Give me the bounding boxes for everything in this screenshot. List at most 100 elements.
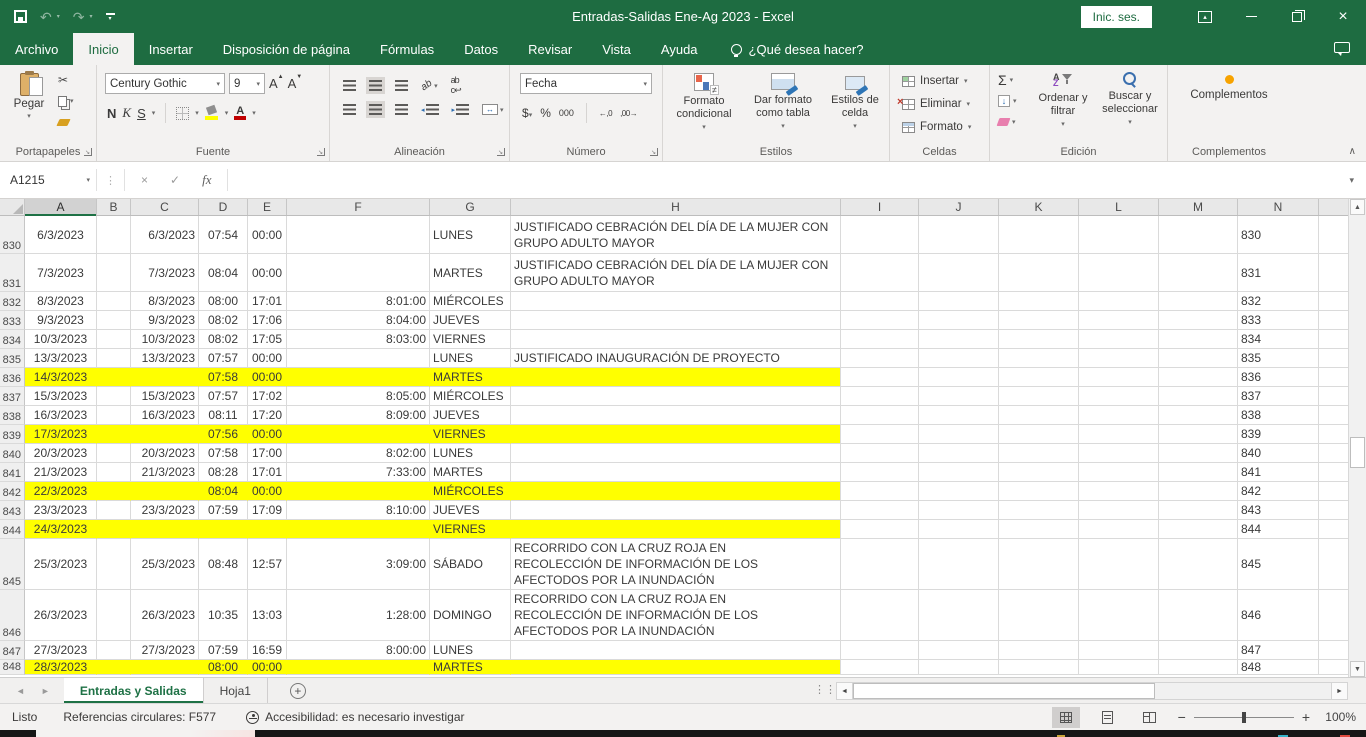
prev-sheet-icon[interactable]: ◄ (16, 686, 25, 696)
cell-C846[interactable]: 26/3/2023 (131, 590, 199, 641)
cell-B842[interactable] (97, 482, 131, 501)
cell-N835[interactable]: 835 (1238, 349, 1319, 368)
cell-B843[interactable] (97, 501, 131, 520)
cell-N840[interactable]: 840 (1238, 444, 1319, 463)
cell-H839[interactable] (511, 425, 841, 444)
tell-me-box[interactable]: ¿Qué desea hacer? (731, 33, 864, 65)
cell-L848[interactable] (1079, 660, 1159, 675)
format-as-table-button[interactable]: Dar formato como tabla▾ (743, 73, 823, 133)
cell-A834[interactable]: 10/3/2023 (25, 330, 97, 349)
row-header-848[interactable]: 848 (0, 660, 25, 675)
cell-M837[interactable] (1159, 387, 1238, 406)
cell-F844[interactable] (287, 520, 430, 539)
cell-J831[interactable] (919, 254, 999, 292)
alignment-dialog-launcher-icon[interactable] (497, 148, 505, 156)
cell-E831[interactable]: 00:00 (248, 254, 287, 292)
cell-F831[interactable] (287, 254, 430, 292)
name-box[interactable]: A1215▾ (0, 162, 96, 198)
cell-E830[interactable]: 00:00 (248, 216, 287, 254)
cell-B838[interactable] (97, 406, 131, 425)
column-header-G[interactable]: G (430, 199, 511, 215)
row-header-837[interactable]: 837 (0, 387, 25, 406)
cell-I840[interactable] (841, 444, 919, 463)
cell-F832[interactable]: 8:01:00 (287, 292, 430, 311)
cell-I841[interactable] (841, 463, 919, 482)
cell-M832[interactable] (1159, 292, 1238, 311)
cell-I834[interactable] (841, 330, 919, 349)
cell-F839[interactable] (287, 425, 430, 444)
cell-I846[interactable] (841, 590, 919, 641)
cell-D846[interactable]: 10:35 (199, 590, 248, 641)
paste-button[interactable]: Pegar ▾ (6, 71, 52, 141)
cell-H832[interactable] (511, 292, 841, 311)
column-header-E[interactable]: E (248, 199, 287, 215)
copy-button[interactable]: ▾ (58, 94, 74, 108)
cell-A833[interactable]: 9/3/2023 (25, 311, 97, 330)
fill-color-icon[interactable] (205, 106, 219, 120)
accessibility-status[interactable]: Accesibilidad: es necesario investigar (246, 710, 464, 724)
tab-scroll-grip-icon[interactable]: ⋮⋮ (814, 683, 836, 696)
cell-B847[interactable] (97, 641, 131, 660)
cell-A840[interactable]: 20/3/2023 (25, 444, 97, 463)
cell-H844[interactable] (511, 520, 841, 539)
cell-N847[interactable]: 847 (1238, 641, 1319, 660)
bold-button[interactable]: N (107, 106, 116, 121)
row-header-834[interactable]: 834 (0, 330, 25, 349)
font-name-select[interactable]: Century Gothic▾ (105, 73, 225, 94)
cell-B836[interactable] (97, 368, 131, 387)
cell-L836[interactable] (1079, 368, 1159, 387)
cell-K831[interactable] (999, 254, 1079, 292)
cell-A832[interactable]: 8/3/2023 (25, 292, 97, 311)
cell-D831[interactable]: 08:04 (199, 254, 248, 292)
cell-styles-button[interactable]: Estilos de celda▾ (825, 73, 885, 133)
cell-K846[interactable] (999, 590, 1079, 641)
cell-G833[interactable]: JUEVES (430, 311, 511, 330)
cell-G836[interactable]: MARTES (430, 368, 511, 387)
cell-J833[interactable] (919, 311, 999, 330)
cell-F833[interactable]: 8:04:00 (287, 311, 430, 330)
align-center-button[interactable] (366, 101, 385, 118)
cell-L832[interactable] (1079, 292, 1159, 311)
cell-C835[interactable]: 13/3/2023 (131, 349, 199, 368)
cell-J847[interactable] (919, 641, 999, 660)
column-header-L[interactable]: L (1079, 199, 1159, 215)
row-header-830[interactable]: 830 (0, 216, 25, 254)
cell-M847[interactable] (1159, 641, 1238, 660)
cell-L830[interactable] (1079, 216, 1159, 254)
increase-indent-button[interactable]: ▸ (449, 101, 473, 118)
cell-F842[interactable] (287, 482, 430, 501)
cell-H845[interactable]: RECORRIDO CON LA CRUZ ROJA EN RECOLECCIÓ… (511, 539, 841, 590)
cell-K838[interactable] (999, 406, 1079, 425)
number-dialog-launcher-icon[interactable] (650, 148, 658, 156)
horizontal-scroll-thumb[interactable] (853, 683, 1155, 699)
cell-E845[interactable]: 12:57 (248, 539, 287, 590)
cell-L839[interactable] (1079, 425, 1159, 444)
row-header-841[interactable]: 841 (0, 463, 25, 482)
cell-K830[interactable] (999, 216, 1079, 254)
cell-C848[interactable] (131, 660, 199, 675)
zoom-slider[interactable] (1194, 717, 1294, 718)
column-header-J[interactable]: J (919, 199, 999, 215)
row-header-831[interactable]: 831 (0, 254, 25, 292)
cell-C847[interactable]: 27/3/2023 (131, 641, 199, 660)
cell-B835[interactable] (97, 349, 131, 368)
cell-G832[interactable]: MIÉRCOLES (430, 292, 511, 311)
cell-N843[interactable]: 843 (1238, 501, 1319, 520)
cell-C839[interactable] (131, 425, 199, 444)
cell-B830[interactable] (97, 216, 131, 254)
zoom-slider-thumb[interactable] (1242, 712, 1246, 723)
cell-I844[interactable] (841, 520, 919, 539)
undo-icon[interactable]: ↶ (40, 10, 52, 24)
font-size-select[interactable]: 9▾ (229, 73, 265, 94)
zoom-in-button[interactable]: + (1302, 709, 1310, 725)
vertical-scroll-thumb[interactable] (1350, 437, 1365, 468)
cell-G846[interactable]: DOMINGO (430, 590, 511, 641)
cell-B832[interactable] (97, 292, 131, 311)
cancel-entry-icon[interactable]: × (141, 173, 148, 187)
cell-stub[interactable] (1319, 539, 1348, 590)
tab-f-rmulas[interactable]: Fórmulas (365, 33, 449, 65)
cell-F837[interactable]: 8:05:00 (287, 387, 430, 406)
cell-N842[interactable]: 842 (1238, 482, 1319, 501)
decrease-decimal-button[interactable]: ,00→ (620, 109, 637, 118)
cell-stub[interactable] (1319, 216, 1348, 254)
